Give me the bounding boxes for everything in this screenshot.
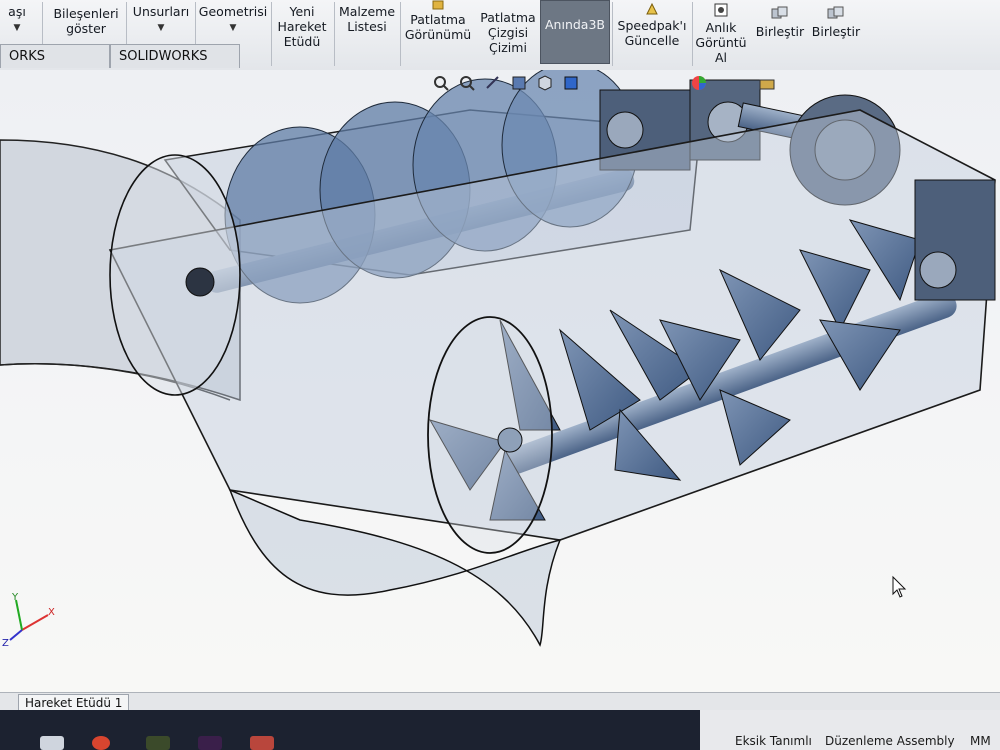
solidworks-taskbar-icon[interactable] bbox=[250, 736, 274, 750]
editing-mode-status: Düzenleme Assembly bbox=[825, 734, 955, 748]
bearing bbox=[919, 251, 957, 289]
ribbon-button-10-line-0: Anlık bbox=[705, 20, 737, 35]
view-orientation-icon[interactable] bbox=[536, 74, 554, 92]
status-strip: Eksik Tanımlı Düzenleme Assembly MM bbox=[700, 710, 1000, 750]
tab-solidworks-mbd[interactable]: SOLIDWORKS MBD bbox=[110, 44, 240, 88]
ribbon-button-12-line-0: Birleştir bbox=[811, 24, 861, 39]
ribbon-button-4-line-0: Yeni bbox=[289, 4, 315, 19]
ribbon-button-0-line-0: aşı bbox=[8, 4, 26, 19]
exploded-view-button[interactable]: Patlatma Görünümü bbox=[402, 0, 474, 68]
units-status[interactable]: MM bbox=[970, 734, 991, 748]
merge-button-1[interactable]: Birleştir bbox=[752, 0, 808, 68]
update-speedpak-button[interactable]: Speedpak'ı Güncelle bbox=[614, 0, 690, 68]
ribbon-divider bbox=[271, 2, 272, 66]
previous-view-icon[interactable] bbox=[484, 74, 502, 92]
end-ring-left bbox=[109, 154, 241, 396]
camera-icon bbox=[714, 3, 728, 17]
mouse-cursor-icon bbox=[892, 575, 907, 598]
ribbon-divider bbox=[692, 2, 693, 66]
bill-of-materials-button[interactable]: Malzeme Listesi bbox=[336, 0, 398, 68]
ribbon-divider bbox=[400, 2, 401, 66]
bearing bbox=[606, 111, 644, 149]
triad-x-label: X bbox=[48, 607, 55, 618]
chevron-down-icon: ▼ bbox=[229, 23, 237, 33]
browser-icon[interactable] bbox=[92, 736, 110, 750]
ribbon-button-10-line-1: Görüntü bbox=[695, 35, 747, 50]
ribbon-button-4-line-2: Etüdü bbox=[283, 34, 321, 49]
ribbon-button-3-line-0: Geometrisi bbox=[198, 4, 268, 19]
explode-line-sketch-button[interactable]: Patlatma Çizgisi Çizimi bbox=[478, 0, 538, 68]
merge-icon bbox=[827, 6, 844, 19]
ribbon-button-1-line-1: göster bbox=[66, 21, 106, 36]
ribbon-button-9-line-1: Güncelle bbox=[624, 33, 680, 48]
ribbon-button-5-line-0: Malzeme bbox=[338, 4, 396, 19]
chevron-down-icon: ▼ bbox=[157, 23, 165, 33]
triad-y-label: Y bbox=[11, 592, 19, 603]
shaft-end bbox=[185, 267, 215, 297]
triad-z-label: Z bbox=[2, 638, 9, 649]
status-bar: Eksik Tanımlı Düzenleme Assembly MM bbox=[0, 710, 1000, 750]
ribbon-button-9-line-0: Speedpak'ı bbox=[617, 18, 687, 33]
merge-icon bbox=[771, 6, 788, 19]
ribbon-button-2-line-0: Unsurları bbox=[132, 4, 190, 19]
instant3d-button[interactable]: Anında3B bbox=[540, 0, 610, 64]
ribbon-button-5-line-1: Listesi bbox=[347, 19, 387, 34]
ribbon-button-6-line-1: Görünümü bbox=[404, 27, 472, 42]
zoom-to-area-icon[interactable] bbox=[458, 74, 476, 92]
coordinate-triad: X Y Z bbox=[2, 592, 55, 649]
ribbon-button-10-line-2: Al bbox=[714, 50, 728, 65]
merge-button-2[interactable]: Birleştir bbox=[808, 0, 864, 68]
ribbon-button-7-line-1: Çizgisi bbox=[487, 25, 529, 40]
ribbon-button-1-line-0: Bileşenleri bbox=[53, 6, 119, 21]
premiere-icon[interactable] bbox=[198, 736, 222, 750]
definition-status: Eksik Tanımlı bbox=[735, 734, 812, 748]
shaft-end bbox=[497, 427, 523, 453]
assembly-model: X Y Z bbox=[0, 70, 996, 649]
ribbon-button-6-line-0: Patlatma bbox=[410, 12, 466, 27]
speedpak-icon bbox=[646, 2, 658, 15]
ribbon-button-7-line-2: Çizimi bbox=[489, 40, 527, 55]
ribbon-button-7-line-0: Patlatma bbox=[480, 10, 536, 25]
exploded-view-icon bbox=[432, 0, 444, 10]
display-style-icon[interactable] bbox=[562, 74, 580, 92]
taskbar-app-icon[interactable] bbox=[40, 736, 64, 750]
section-view-icon[interactable] bbox=[510, 74, 528, 92]
ribbon-divider bbox=[612, 2, 613, 66]
new-motion-study-button[interactable]: Yeni Hareket Etüdü bbox=[274, 0, 330, 68]
appearance-icon[interactable] bbox=[690, 74, 708, 92]
end-ring-front bbox=[427, 316, 553, 554]
ribbon-button-8-line-0: Anında3B bbox=[545, 17, 605, 32]
graphics-area[interactable]: X Y Z bbox=[0, 70, 1000, 692]
motion-study-bar: Hareket Etüdü 1 bbox=[0, 692, 1000, 712]
take-snapshot-button[interactable]: Anlık Görüntü Al bbox=[694, 0, 748, 68]
zoom-to-fit-icon[interactable] bbox=[432, 74, 450, 92]
dreamweaver-icon[interactable] bbox=[146, 736, 170, 750]
ribbon-button-11-line-0: Birleştir bbox=[755, 24, 805, 39]
ribbon-divider bbox=[334, 2, 335, 66]
chevron-down-icon: ▼ bbox=[13, 23, 21, 33]
view-settings-icon[interactable] bbox=[758, 74, 776, 92]
ribbon-button-4-line-1: Hareket bbox=[277, 19, 327, 34]
tab-solidworks-addins[interactable]: ORKS Eklentileri bbox=[0, 44, 110, 88]
